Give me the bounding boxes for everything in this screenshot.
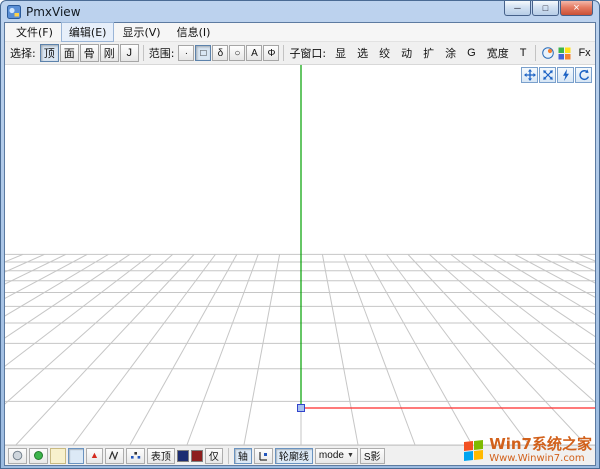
chevron-down-icon: ▼ <box>347 452 354 459</box>
select-label: 选择: <box>10 45 36 61</box>
vertices-icon <box>130 451 141 460</box>
lightning-icon <box>560 69 572 81</box>
title-bar: PmxView ─ □ × <box>4 1 596 22</box>
toolbar-separator <box>535 45 536 61</box>
select-bone-button[interactable]: 骨 <box>80 44 99 62</box>
rotate-icon <box>578 69 590 81</box>
watermark-site-name: Win7系统之家 <box>489 437 592 453</box>
only-button[interactable]: 仅 <box>205 448 223 464</box>
view-mode-button[interactable] <box>8 448 27 464</box>
sub-g-button[interactable]: G <box>462 45 481 61</box>
palette-button[interactable] <box>557 44 572 62</box>
green-light-button[interactable] <box>29 448 48 464</box>
light-toggle-button-1[interactable] <box>50 448 66 464</box>
light-toggle-button-2[interactable] <box>68 448 84 464</box>
view-move-button[interactable] <box>539 67 556 83</box>
maximize-button[interactable]: □ <box>532 1 559 16</box>
view-zoom-button[interactable] <box>557 67 574 83</box>
menu-file[interactable]: 文件(F) <box>8 22 61 42</box>
select-vertex-button[interactable]: 顶 <box>40 44 59 62</box>
sub-width-button[interactable]: 宽度 <box>482 43 514 63</box>
mode-dropdown[interactable]: mode ▼ <box>315 448 358 464</box>
palette-icon <box>558 47 571 60</box>
range-a-button[interactable]: A <box>246 45 262 61</box>
material-sphere-icon <box>541 46 555 60</box>
sub-paint-button[interactable]: 涂 <box>440 43 461 63</box>
select-face-button[interactable]: 面 <box>60 44 79 62</box>
sub-select-button[interactable]: 选 <box>352 43 373 63</box>
view-pan-button[interactable] <box>521 67 538 83</box>
sub-motion-button[interactable]: 动 <box>396 43 417 63</box>
red-triangle-icon: ▲ <box>90 451 99 460</box>
select-joint-button[interactable]: J <box>120 44 139 62</box>
view-rotate-button[interactable] <box>575 67 592 83</box>
app-icon <box>7 5 21 19</box>
range-phi-button[interactable]: Φ <box>263 45 279 61</box>
menu-info[interactable]: 信息(I) <box>169 22 219 42</box>
mode-label: mode <box>319 450 344 461</box>
show-vertices-button[interactable]: 表顶 <box>147 448 175 464</box>
windows-flag-icon <box>464 440 483 461</box>
sub-display-button[interactable]: 显 <box>330 43 351 63</box>
grid <box>5 65 595 445</box>
material-sphere-button[interactable] <box>540 44 556 62</box>
pan-arrows-icon <box>524 69 536 81</box>
wire-toggle-button[interactable] <box>105 448 124 464</box>
minimize-button[interactable]: ─ <box>504 1 531 16</box>
menu-display[interactable]: 显示(V) <box>114 22 168 42</box>
viewport-3d[interactable] <box>5 65 595 445</box>
diagonal-arrows-icon <box>542 69 554 81</box>
menu-bar: 文件(F) 编辑(E) 显示(V) 信息(I) <box>5 23 595 42</box>
red-triangle-button[interactable]: ▲ <box>86 448 103 464</box>
range-label: 范围: <box>149 45 175 61</box>
vertex-toggle-button[interactable] <box>126 448 145 464</box>
axis-button[interactable]: 轴 <box>234 448 252 464</box>
window-controls: ─ □ × <box>504 1 593 16</box>
zigzag-icon <box>109 451 120 460</box>
color-swatch-red[interactable] <box>191 450 203 462</box>
main-toolbar: 选择: 顶 面 骨 刚 J 范围: · □ δ ○ A Φ 子窗口: 显 选 绞… <box>5 42 595 65</box>
pmxview-window: PmxView ─ □ × 文件(F) 编辑(E) 显示(V) 信息(I) 选择… <box>0 0 600 469</box>
close-button[interactable]: × <box>560 1 593 16</box>
window-title: PmxView <box>26 5 81 19</box>
range-point-button[interactable]: · <box>178 45 194 61</box>
toolbar-separator <box>283 45 284 61</box>
outline-button[interactable]: 轮廓线 <box>275 448 313 464</box>
green-dot-icon <box>33 450 44 461</box>
local-axis-button[interactable] <box>254 448 273 464</box>
sub-expand-button[interactable]: 扩 <box>418 43 439 63</box>
watermark-text: Win7系统之家 Www.Winwin7.com <box>489 437 592 464</box>
menu-edit[interactable]: 编辑(E) <box>61 22 115 42</box>
color-swatch-dark[interactable] <box>177 450 189 462</box>
shadow-button[interactable]: S影 <box>360 448 385 464</box>
toolbar-separator <box>143 45 144 61</box>
range-delta-button[interactable]: δ <box>212 45 228 61</box>
sub-t-button[interactable]: T <box>515 45 532 61</box>
client-area: 文件(F) 编辑(E) 显示(V) 信息(I) 选择: 顶 面 骨 刚 J 范围… <box>4 22 596 466</box>
watermark: Win7系统之家 Www.Winwin7.com <box>464 437 592 464</box>
statusbar-separator <box>228 448 229 464</box>
fx-button[interactable]: Fx <box>573 45 595 61</box>
watermark-site-url: Www.Winwin7.com <box>489 453 592 464</box>
view-nav-buttons <box>521 67 592 83</box>
select-rigid-button[interactable]: 刚 <box>100 44 119 62</box>
sphere-icon <box>12 450 23 461</box>
sub-wire-button[interactable]: 绞 <box>374 43 395 63</box>
local-axis-icon <box>258 451 269 461</box>
range-circle-button[interactable]: ○ <box>229 45 245 61</box>
subwindow-label: 子窗口: <box>289 45 326 61</box>
range-rect-button[interactable]: □ <box>195 45 211 61</box>
